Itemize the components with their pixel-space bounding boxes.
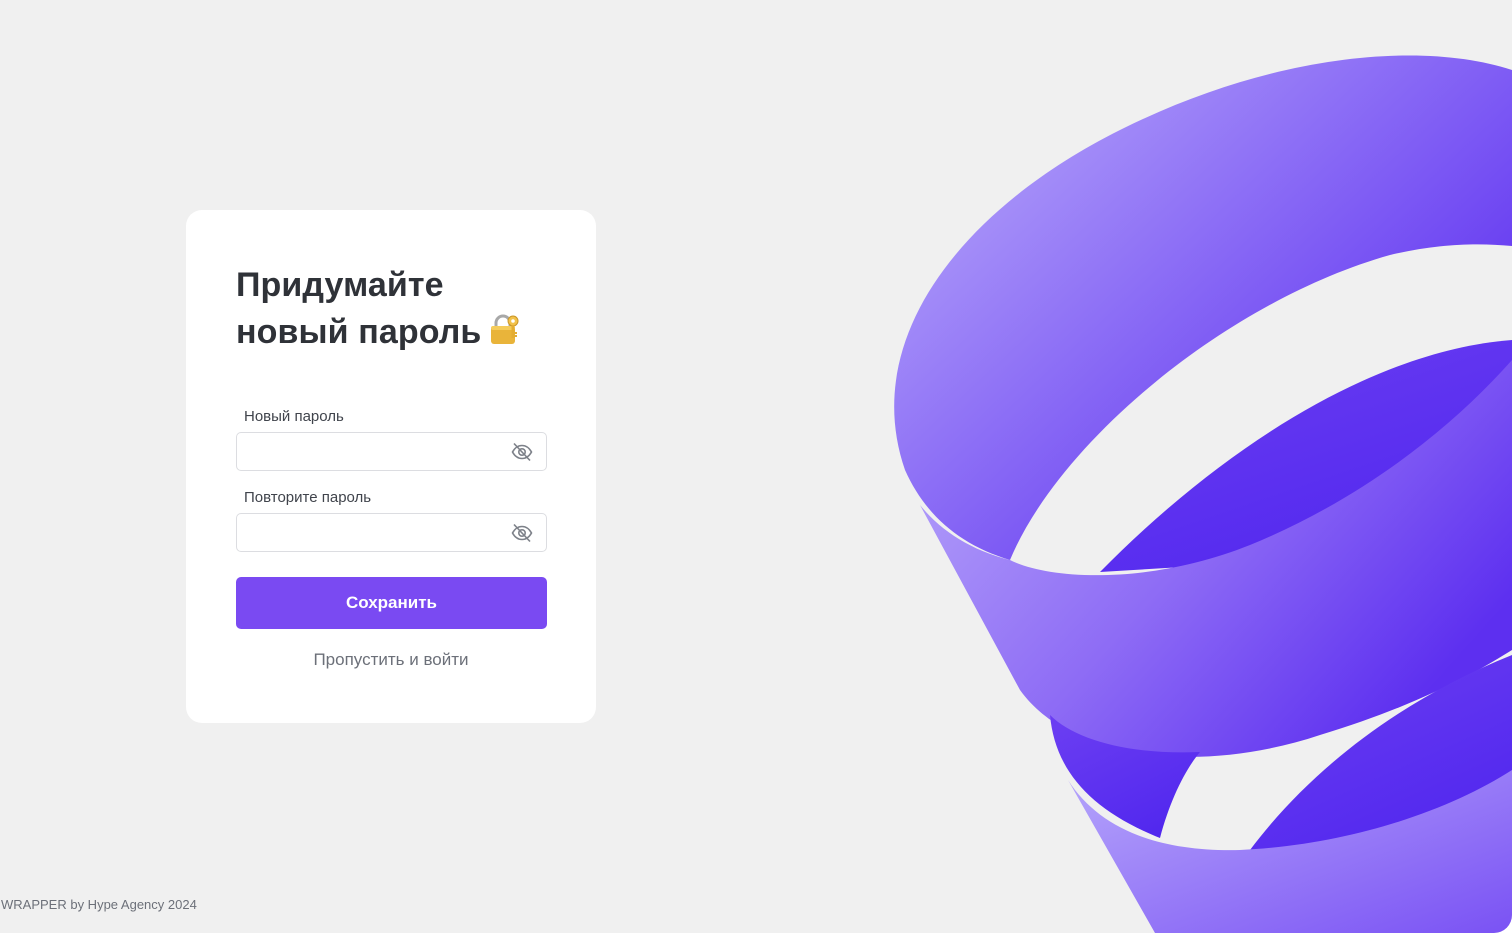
save-button[interactable]: Сохранить bbox=[236, 577, 547, 629]
title-line-2-wrap: новый пароль bbox=[236, 309, 546, 360]
repeat-password-field-wrap bbox=[236, 513, 547, 552]
skip-and-login-link[interactable]: Пропустить и войти bbox=[236, 650, 546, 670]
locked-with-key-icon bbox=[487, 313, 521, 360]
repeat-password-input[interactable] bbox=[237, 514, 521, 551]
footer-copyright: WRAPPER by Hype Agency 2024 bbox=[1, 897, 197, 912]
login-page: Придумайте новый пароль Новый пароль Пов… bbox=[0, 0, 1512, 933]
new-password-input[interactable] bbox=[237, 433, 521, 470]
password-card: Придумайте новый пароль Новый пароль Пов… bbox=[186, 210, 596, 723]
page-title: Придумайте новый пароль bbox=[236, 262, 546, 360]
eye-slash-icon[interactable] bbox=[511, 442, 533, 462]
new-password-label: Новый пароль bbox=[244, 408, 344, 425]
title-line-1: Придумайте bbox=[236, 266, 444, 304]
repeat-password-label: Повторите пароль bbox=[244, 489, 372, 506]
title-line-2: новый пароль bbox=[236, 313, 482, 351]
eye-slash-icon[interactable] bbox=[511, 523, 533, 543]
new-password-field-wrap bbox=[236, 432, 547, 471]
